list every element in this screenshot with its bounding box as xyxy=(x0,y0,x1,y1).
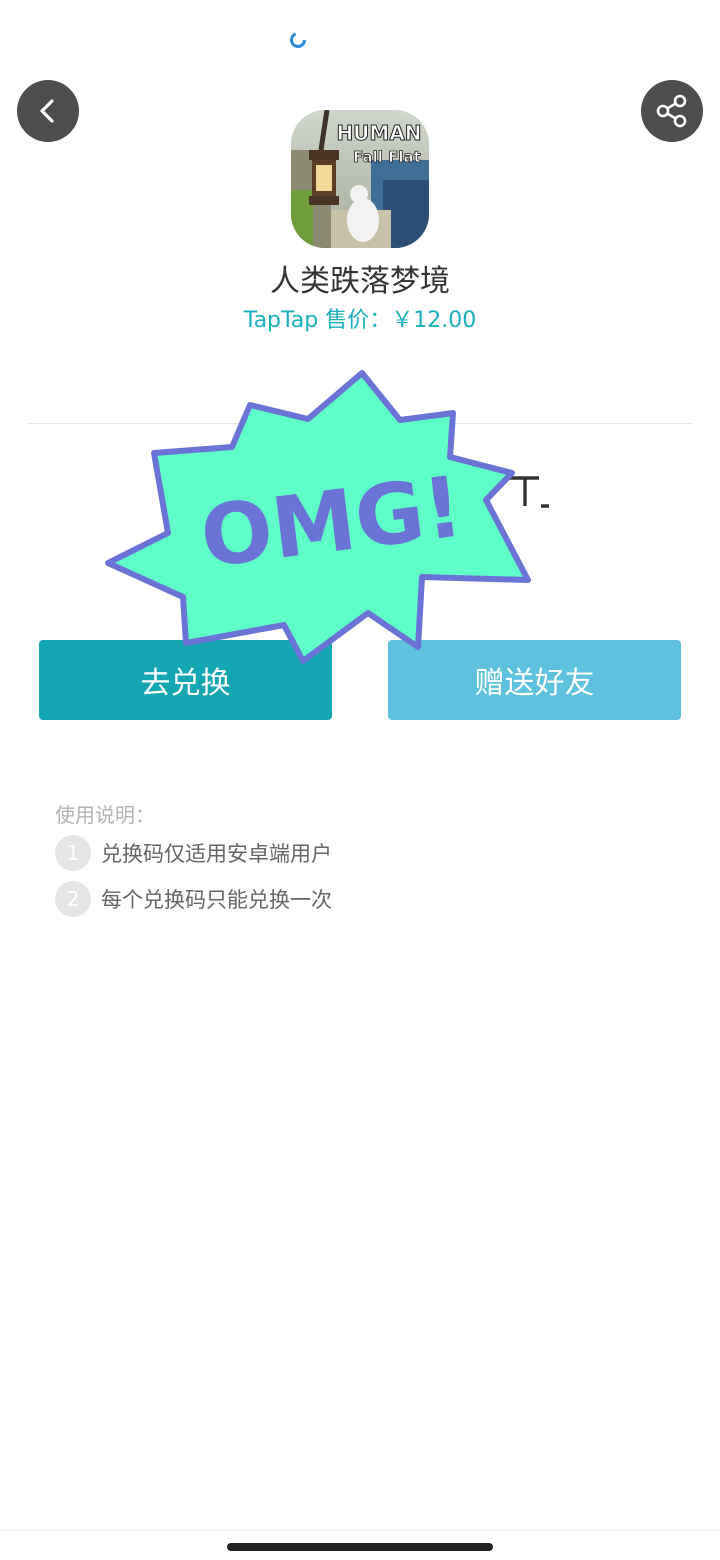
instruction-text: 每个兑换码只能兑换一次 xyxy=(101,888,332,912)
instruction-item: 2 每个兑换码只能兑换一次 xyxy=(55,876,675,922)
bottom-divider xyxy=(0,1530,720,1531)
instructions-title: 使用说明： xyxy=(55,803,155,827)
number-badge: 1 xyxy=(55,835,91,871)
app-title: 人类跌落梦境 xyxy=(270,264,450,299)
loading-spinner-icon xyxy=(290,32,306,48)
price-label: TapTap 售价：￥12.00 xyxy=(243,308,477,333)
app-icon: HUMAN Fall Flat xyxy=(291,110,429,248)
share-button[interactable] xyxy=(641,80,703,142)
svg-text:Fall Flat: Fall Flat xyxy=(353,148,421,166)
omg-sticker: OMG! xyxy=(105,370,531,664)
game-artwork: HUMAN Fall Flat xyxy=(291,110,429,248)
home-indicator[interactable] xyxy=(227,1543,493,1551)
usage-instructions: 使用说明： 1 兑换码仅适用安卓端用户 2 每个兑换码只能兑换一次 xyxy=(55,800,675,922)
chevron-left-icon xyxy=(40,99,54,123)
share-icon xyxy=(656,94,687,128)
svg-text:HUMAN: HUMAN xyxy=(336,121,421,145)
instruction-text: 兑换码仅适用安卓端用户 xyxy=(101,842,332,866)
redeem-code-page: HUMAN Fall Flat 人类跌落梦境 TapTap 售价：￥12.00 … xyxy=(0,0,720,1560)
back-button[interactable] xyxy=(17,80,79,142)
instruction-item: 1 兑换码仅适用安卓端用户 xyxy=(55,830,675,876)
number-badge: 2 xyxy=(55,881,91,917)
